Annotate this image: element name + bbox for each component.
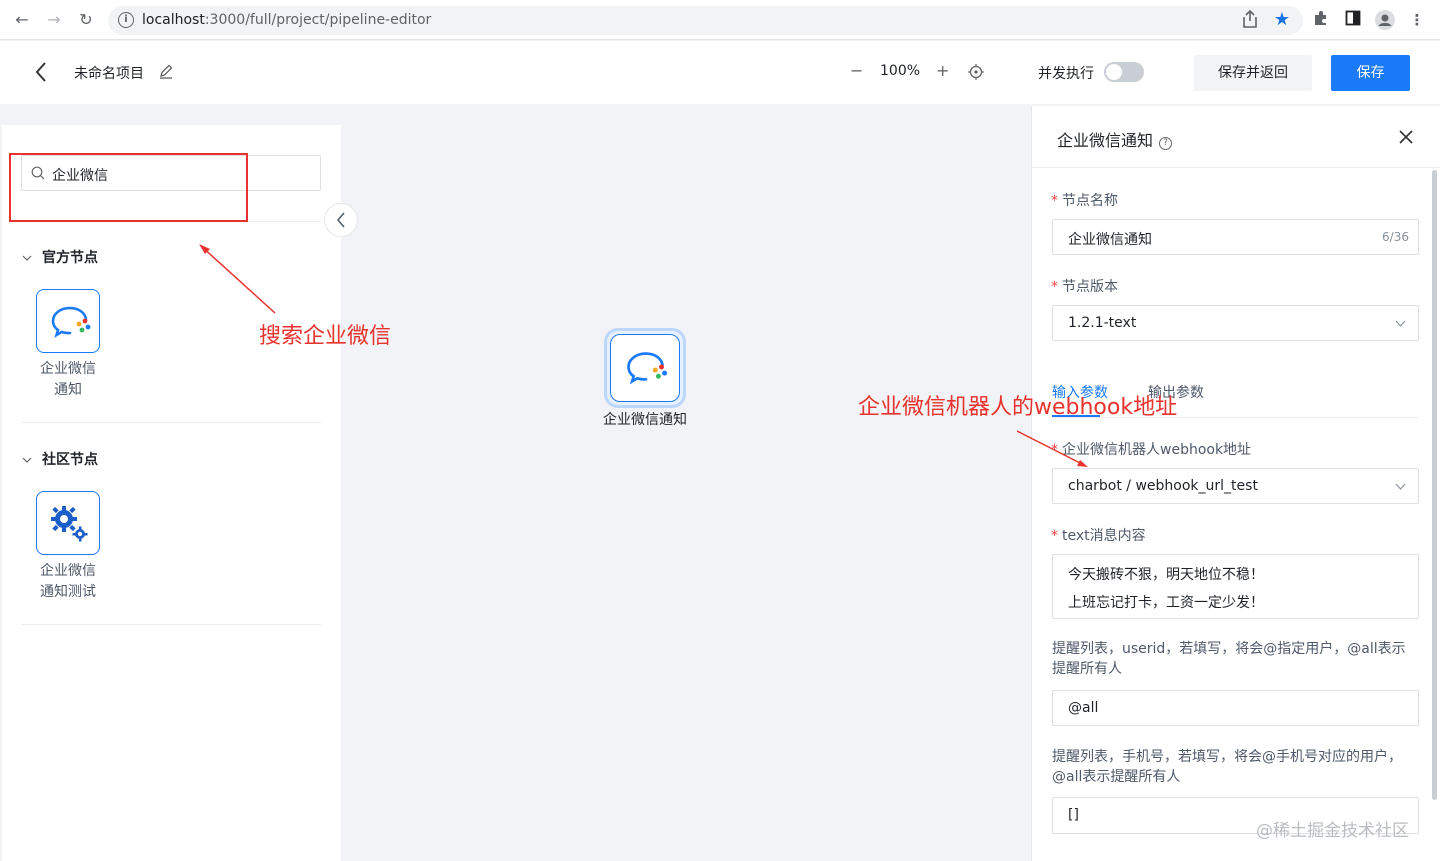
- annotation-search-note: 搜索企业微信: [259, 324, 392, 349]
- annotation-arrows: [199, 244, 1088, 467]
- annotation-webhook-note: 企业微信机器人的webhook地址: [858, 395, 1178, 420]
- watermark: @稀土掘金技术社区: [1256, 821, 1409, 841]
